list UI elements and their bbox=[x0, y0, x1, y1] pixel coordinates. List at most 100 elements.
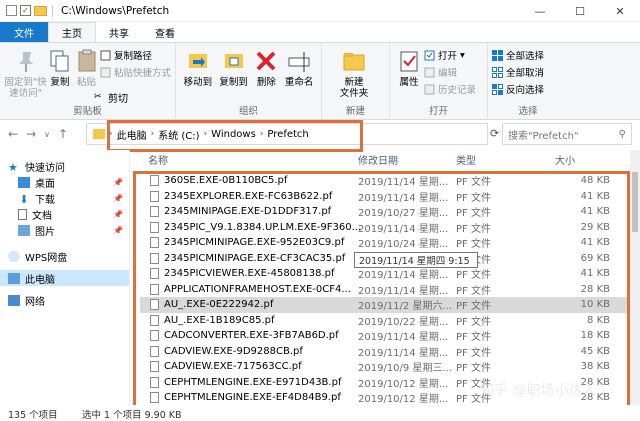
sidebar-item-documents[interactable]: 文档 📌 bbox=[0, 206, 129, 222]
crumb-this-pc[interactable]: 此电脑 bbox=[113, 127, 151, 142]
file-type: PF 文件 bbox=[456, 363, 491, 375]
file-date: 2019/10/27 星期... bbox=[358, 208, 449, 220]
file-name: 360SE.EXE-0B110BC5.pf bbox=[164, 175, 288, 187]
file-date: 2019/11/14 星期... bbox=[358, 177, 449, 189]
file-name: 2345EXPLORER.EXE-FC63B622.pf bbox=[164, 190, 333, 202]
file-row[interactable]: CADVIEW.EXE-717563CC.pf 2019/10/9 星期三... P… bbox=[140, 359, 630, 375]
file-date: 2019/11/14 星期... bbox=[358, 192, 449, 204]
file-icon bbox=[150, 175, 159, 187]
file-size: 10 KB bbox=[580, 299, 610, 311]
search-input[interactable]: 搜索"Prefetch" ⚲ bbox=[502, 123, 632, 145]
crumb-prefetch[interactable]: Prefetch bbox=[263, 129, 312, 140]
file-size: 8 KB bbox=[587, 314, 610, 326]
file-row[interactable]: AU_.EXE-1B189C85.pf 2019/10/22 星期... PF 文件… bbox=[140, 313, 630, 329]
close-icon[interactable]: ✕ bbox=[600, 0, 640, 22]
breadcrumb[interactable]: › 此电脑 › 系统 (C:) › Windows › Prefetch bbox=[86, 123, 488, 145]
recent-dropdown-icon[interactable]: ∨ bbox=[44, 127, 50, 141]
file-name: 2345PICMINIPAGE.EXE-CF3CAC35.pf bbox=[164, 252, 346, 264]
file-row[interactable]: 2345EXPLORER.EXE-FC63B622.pf 2019/11/14 星… bbox=[140, 189, 630, 205]
file-row[interactable]: APPLICATIONFRAMEHOST.EXE-0CF4... 2019/11/… bbox=[140, 282, 630, 298]
copy-to-icon bbox=[221, 48, 247, 74]
column-type[interactable]: 类型 bbox=[456, 152, 476, 167]
file-row[interactable]: CADVIEW.EXE-9D9288CB.pf 2019/11/14 星期... P… bbox=[140, 344, 630, 360]
file-icon bbox=[150, 392, 159, 404]
check-icon[interactable]: ✓ bbox=[20, 5, 31, 16]
pin-icon: 📌 bbox=[113, 225, 123, 235]
star-icon: ★ bbox=[8, 160, 18, 174]
file-icon bbox=[150, 237, 159, 249]
column-size[interactable]: 大小 bbox=[555, 152, 575, 167]
history-button[interactable]: 历史记录 bbox=[424, 82, 476, 96]
column-date[interactable]: 修改日期 bbox=[358, 152, 398, 167]
file-date: 2019/11/14 星期... bbox=[358, 223, 449, 235]
file-size: 45 KB bbox=[580, 345, 610, 357]
folder-small-icon bbox=[93, 129, 105, 139]
ribbon: 固定到"快速访问" 复制 粘贴 复制路径 粘贴快捷方式 ✂ 剪切 剪贴板 移动到 … bbox=[0, 42, 640, 120]
file-row[interactable]: 2345PIC_V9.1.8384.UP.LM.EXE-9F360... 2019… bbox=[140, 220, 630, 236]
copy-path-button[interactable]: 复制路径 bbox=[100, 48, 171, 62]
status-bar: 135 个项目 选中 1 个项目 9.90 KB bbox=[0, 405, 640, 421]
select-all-button[interactable]: 全部选择 bbox=[492, 48, 544, 62]
paste-shortcut-button[interactable]: 粘贴快捷方式 bbox=[100, 65, 171, 79]
desktop-icon bbox=[18, 176, 30, 188]
select-all-icon bbox=[492, 49, 503, 61]
sidebar-item-pictures[interactable]: 图片 📌 bbox=[0, 222, 129, 238]
title-bar: ✓ C:\Windows\Prefetch — ☐ ✕ bbox=[0, 0, 640, 22]
file-name: 2345PIC_V9.1.8384.UP.LM.EXE-9F360... bbox=[164, 221, 362, 233]
tab-file[interactable]: 文件 bbox=[0, 22, 48, 42]
sidebar-item-network[interactable]: 网络 bbox=[0, 292, 129, 308]
column-name[interactable]: 名称 bbox=[148, 152, 168, 167]
file-row[interactable]: 2345MINIPAGE.EXE-D1DDF317.pf 2019/10/27 星… bbox=[140, 204, 630, 220]
file-icon bbox=[150, 252, 159, 264]
sidebar-item-wps-drive[interactable]: WPS网盘 bbox=[0, 248, 129, 264]
tab-share[interactable]: 共享 bbox=[96, 22, 142, 42]
file-size: 48 KB bbox=[580, 175, 610, 187]
file-name: CADVIEW.EXE-9D9288CB.pf bbox=[164, 345, 303, 357]
file-size: 41 KB bbox=[580, 190, 610, 202]
sidebar-item-quick-access[interactable]: ★ 快速访问 bbox=[0, 158, 129, 174]
new-folder-icon[interactable] bbox=[34, 5, 47, 16]
file-name: 2345MINIPAGE.EXE-D1DDF317.pf bbox=[164, 206, 332, 218]
sidebar-item-downloads[interactable]: ⬇ 下载 📌 bbox=[0, 190, 129, 206]
vertical-scrollbar[interactable] bbox=[630, 150, 640, 405]
file-icon bbox=[150, 314, 159, 326]
edit-button[interactable]: 编辑 bbox=[424, 65, 476, 79]
download-icon: ⬇ bbox=[19, 192, 29, 206]
refresh-icon[interactable]: ⟳ bbox=[490, 127, 499, 140]
select-group: 全部选择 全部取消 反向选择 选择 bbox=[488, 43, 568, 119]
paste-shortcut-icon bbox=[100, 67, 111, 78]
file-size: 69 KB bbox=[580, 252, 610, 264]
pin-icon: 📌 bbox=[113, 209, 123, 219]
date-tooltip: 2019/11/14 星期四 9:15 bbox=[354, 252, 478, 268]
file-name: AU_.EXE-1B189C85.pf bbox=[164, 314, 275, 326]
file-row[interactable]: 2345PICVIEWER.EXE-45808138.pf 2019/11/14 … bbox=[140, 266, 630, 282]
file-type: PF 文件 bbox=[456, 239, 491, 251]
tab-home[interactable]: 主页 bbox=[48, 22, 96, 42]
scrollbar-thumb[interactable] bbox=[632, 172, 638, 232]
file-row[interactable]: 360SE.EXE-0B110BC5.pf 2019/11/14 星期... PF … bbox=[140, 173, 630, 189]
minimize-icon[interactable]: — bbox=[520, 0, 560, 22]
file-name: APPLICATIONFRAMEHOST.EXE-0CF4... bbox=[164, 283, 351, 295]
file-date: 2019/10/9 星期三... bbox=[358, 363, 452, 375]
select-none-icon bbox=[492, 66, 503, 78]
file-row[interactable]: 2345PICMINIPAGE.EXE-952E03C9.pf 2019/10/2… bbox=[140, 235, 630, 251]
properties-icon[interactable] bbox=[6, 5, 17, 16]
file-date: 2019/10/12 星期... bbox=[358, 378, 449, 390]
file-row[interactable]: CADCONVERTER.EXE-3FB7AB6D.pf 2019/11/14 星… bbox=[140, 328, 630, 344]
sidebar-item-desktop[interactable]: 桌面 📌 bbox=[0, 174, 129, 190]
maximize-icon[interactable]: ☐ bbox=[560, 0, 600, 22]
file-type: PF 文件 bbox=[456, 270, 491, 282]
file-type: PF 文件 bbox=[456, 332, 491, 344]
invert-selection-button[interactable]: 反向选择 bbox=[492, 82, 544, 96]
back-icon[interactable]: ← bbox=[8, 127, 18, 141]
sidebar-item-this-pc[interactable]: 此电脑 bbox=[0, 270, 129, 286]
tab-view[interactable]: 查看 bbox=[142, 22, 188, 42]
select-none-button[interactable]: 全部取消 bbox=[492, 65, 544, 79]
open-button[interactable]: 打开 ▾ bbox=[424, 48, 476, 62]
forward-icon[interactable]: → bbox=[26, 127, 36, 141]
crumb-windows[interactable]: Windows bbox=[207, 129, 260, 140]
crumb-system-c[interactable]: 系统 (C:) bbox=[154, 127, 203, 142]
file-row[interactable]: AU_.EXE-0E222942.pf 2019/11/2 星期六... PF 文件… bbox=[140, 297, 630, 313]
up-icon[interactable]: ↑ bbox=[58, 127, 68, 141]
file-size: 38 KB bbox=[580, 361, 610, 373]
